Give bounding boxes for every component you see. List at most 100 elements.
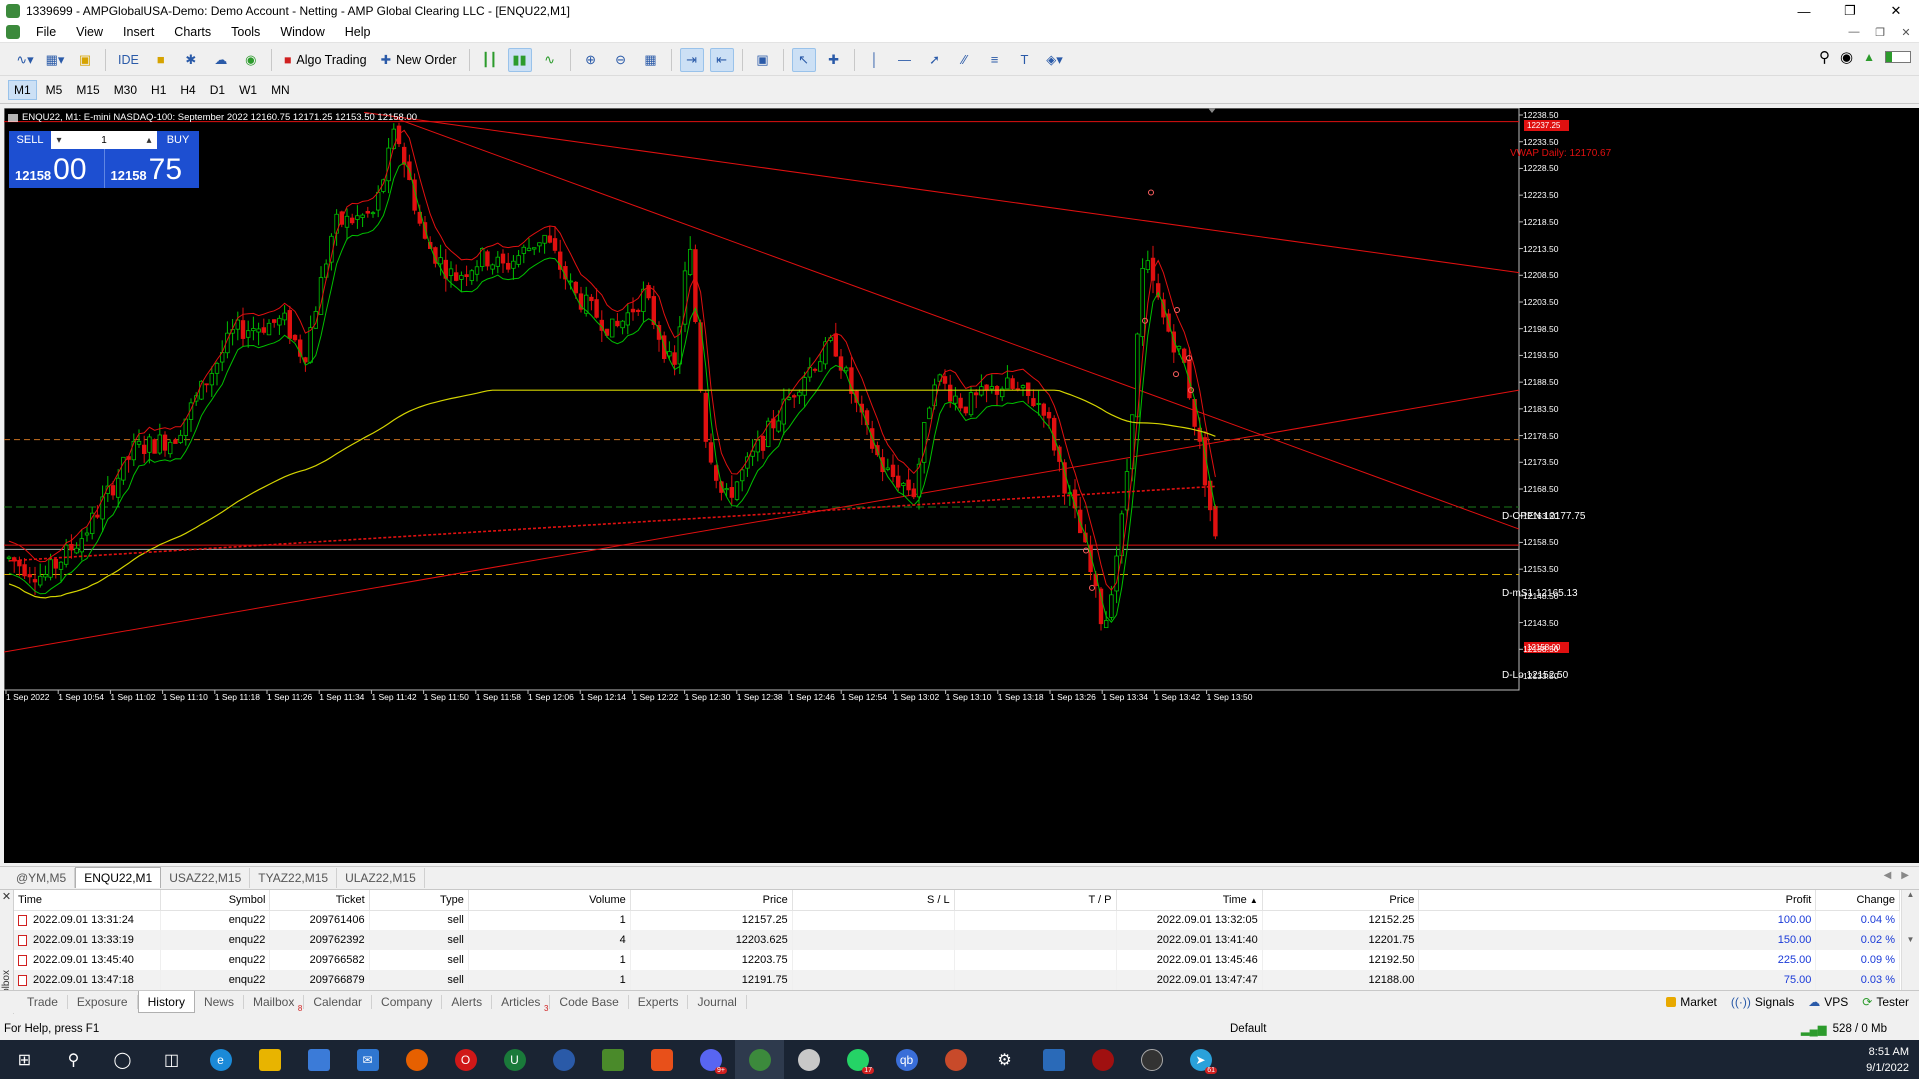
- menu-tools[interactable]: Tools: [221, 25, 270, 39]
- close-button[interactable]: ✕: [1873, 0, 1919, 22]
- system-clock[interactable]: 8:51 AM 9/1/2022: [1866, 1044, 1909, 1076]
- menu-insert[interactable]: Insert: [113, 25, 164, 39]
- signals-button[interactable]: ((·)) Signals: [1731, 995, 1794, 1009]
- fibonacci-icon[interactable]: ≡: [983, 48, 1007, 72]
- menu-view[interactable]: View: [66, 25, 113, 39]
- store-icon[interactable]: [294, 1040, 343, 1079]
- chart-tab[interactable]: USAZ22,M15: [161, 868, 251, 888]
- tab-articles[interactable]: Articles 3: [492, 995, 551, 1013]
- algo-trading-button[interactable]: ■ Algo Trading: [280, 48, 371, 72]
- table-row[interactable]: 2022.09.01 13:47:18 enqu22 209766879 sel…: [14, 970, 1900, 990]
- firefox-icon[interactable]: [392, 1040, 441, 1079]
- mail-icon[interactable]: ✉: [343, 1040, 392, 1079]
- channel-icon[interactable]: ∕∕: [953, 48, 977, 72]
- qbittorrent-icon[interactable]: qb: [882, 1040, 931, 1079]
- tab-mailbox[interactable]: Mailbox 8: [244, 995, 305, 1013]
- upwork-icon[interactable]: U: [490, 1040, 539, 1079]
- vps-button[interactable]: ☁ VPS: [1808, 995, 1848, 1009]
- tf-h1[interactable]: H1: [146, 81, 171, 99]
- col-volume[interactable]: Volume: [468, 890, 631, 911]
- col-ticket[interactable]: Ticket: [269, 890, 370, 911]
- col-price[interactable]: Price: [630, 890, 793, 911]
- history-scrollbar[interactable]: ▲ ▼: [1901, 890, 1919, 990]
- maximize-button[interactable]: ❐: [1827, 0, 1873, 22]
- tab-trade[interactable]: Trade: [18, 995, 68, 1009]
- new-order-button[interactable]: ✚ New Order: [377, 48, 461, 72]
- opera-icon[interactable]: O: [441, 1040, 490, 1079]
- app-icon[interactable]: [588, 1040, 637, 1079]
- sell-button[interactable]: SELL: [9, 131, 51, 149]
- tf-h4[interactable]: H4: [175, 81, 200, 99]
- windows-start-icon[interactable]: ⊞: [0, 1040, 49, 1079]
- cloud-icon[interactable]: ☁: [209, 48, 233, 72]
- cortana-icon[interactable]: ◯: [98, 1040, 147, 1079]
- tab-news[interactable]: News: [195, 995, 244, 1009]
- zoom-in-icon[interactable]: ⊕: [579, 48, 603, 72]
- toolbox-close-icon[interactable]: ✕: [0, 890, 13, 903]
- telegram-icon[interactable]: ➤ 61: [1176, 1040, 1225, 1079]
- lock-icon[interactable]: ■: [149, 48, 173, 72]
- tab-calendar[interactable]: Calendar: [304, 995, 373, 1009]
- price-chart[interactable]: [4, 108, 1919, 863]
- ide-button[interactable]: IDE: [114, 48, 143, 72]
- chart-window[interactable]: ENQU22, M1: E-mini NASDAQ-100: September…: [4, 108, 1919, 863]
- shapes-icon[interactable]: ◈▾: [1043, 48, 1067, 72]
- tf-m15[interactable]: M15: [71, 81, 104, 99]
- connection-icon[interactable]: ▲: [1863, 50, 1875, 64]
- chart-tab-active[interactable]: ENQU22,M1: [75, 867, 162, 888]
- obs-icon[interactable]: [1127, 1040, 1176, 1079]
- app-icon[interactable]: [784, 1040, 833, 1079]
- col-symbol[interactable]: Symbol: [160, 890, 271, 911]
- col-tp[interactable]: T / P: [954, 890, 1117, 911]
- line-chart-icon[interactable]: ∿: [538, 48, 562, 72]
- minimize-button[interactable]: —: [1781, 0, 1827, 22]
- buy-button[interactable]: BUY: [157, 131, 199, 149]
- col-profit[interactable]: Profit: [1418, 890, 1817, 911]
- volume-value[interactable]: 1: [101, 135, 107, 146]
- tab-alerts[interactable]: Alerts: [442, 995, 493, 1009]
- brave-icon[interactable]: [637, 1040, 686, 1079]
- vertical-line-icon[interactable]: │: [863, 48, 887, 72]
- crosshair-icon[interactable]: ✚: [822, 48, 846, 72]
- tf-mn[interactable]: MN: [266, 81, 295, 99]
- app-icon[interactable]: [931, 1040, 980, 1079]
- search-icon[interactable]: ⚲: [1819, 48, 1830, 66]
- chart-tab[interactable]: TYAZ22,M15: [250, 868, 338, 888]
- account-icon[interactable]: ◉: [1840, 48, 1853, 66]
- tab-scroll-right-icon[interactable]: ▶: [1901, 870, 1909, 881]
- discord-icon[interactable]: 9+: [686, 1040, 735, 1079]
- menu-window[interactable]: Window: [270, 25, 334, 39]
- doc-restore-button[interactable]: ❐: [1867, 26, 1893, 39]
- tab-exposure[interactable]: Exposure: [68, 995, 138, 1009]
- tab-experts[interactable]: Experts: [629, 995, 689, 1009]
- table-row[interactable]: 2022.09.01 13:31:24 enqu22 209761406 sel…: [14, 910, 1900, 930]
- tester-button[interactable]: ⟳ Tester: [1862, 995, 1909, 1009]
- bar-chart-icon[interactable]: ┃┃: [478, 48, 502, 72]
- signal-icon[interactable]: ✱: [179, 48, 203, 72]
- screenshot-icon[interactable]: ▣: [751, 48, 775, 72]
- app-icon[interactable]: [539, 1040, 588, 1079]
- chart-shift-icon[interactable]: ⇤: [709, 47, 734, 72]
- col-change[interactable]: Change: [1815, 890, 1900, 911]
- new-chart-icon[interactable]: ▦▾: [43, 48, 67, 72]
- col-close-time[interactable]: Time ▲: [1116, 890, 1263, 911]
- doc-close-button[interactable]: ✕: [1893, 26, 1919, 39]
- bid-price[interactable]: 12158 00: [9, 149, 104, 188]
- menu-file[interactable]: File: [26, 25, 66, 39]
- menu-charts[interactable]: Charts: [164, 25, 221, 39]
- col-sl[interactable]: S / L: [792, 890, 955, 911]
- tf-w1[interactable]: W1: [234, 81, 262, 99]
- tab-journal[interactable]: Journal: [688, 995, 747, 1009]
- volume-down-icon[interactable]: ▾: [53, 135, 65, 146]
- auto-scroll-icon[interactable]: ⇥: [679, 47, 704, 72]
- chart-tab[interactable]: @YM,M5: [8, 868, 76, 888]
- metatrader-icon[interactable]: [735, 1040, 784, 1079]
- market-icon[interactable]: ◉: [239, 48, 263, 72]
- table-row[interactable]: 2022.09.01 13:45:40 enqu22 209766582 sel…: [14, 950, 1900, 970]
- horizontal-line-icon[interactable]: —: [893, 48, 917, 72]
- table-row[interactable]: 2022.09.01 13:33:19 enqu22 209762392 sel…: [14, 930, 1900, 950]
- chart-type-icon[interactable]: ∿▾: [13, 48, 37, 72]
- tab-company[interactable]: Company: [372, 995, 443, 1009]
- edge-icon[interactable]: e: [196, 1040, 245, 1079]
- file-explorer-icon[interactable]: [245, 1040, 294, 1079]
